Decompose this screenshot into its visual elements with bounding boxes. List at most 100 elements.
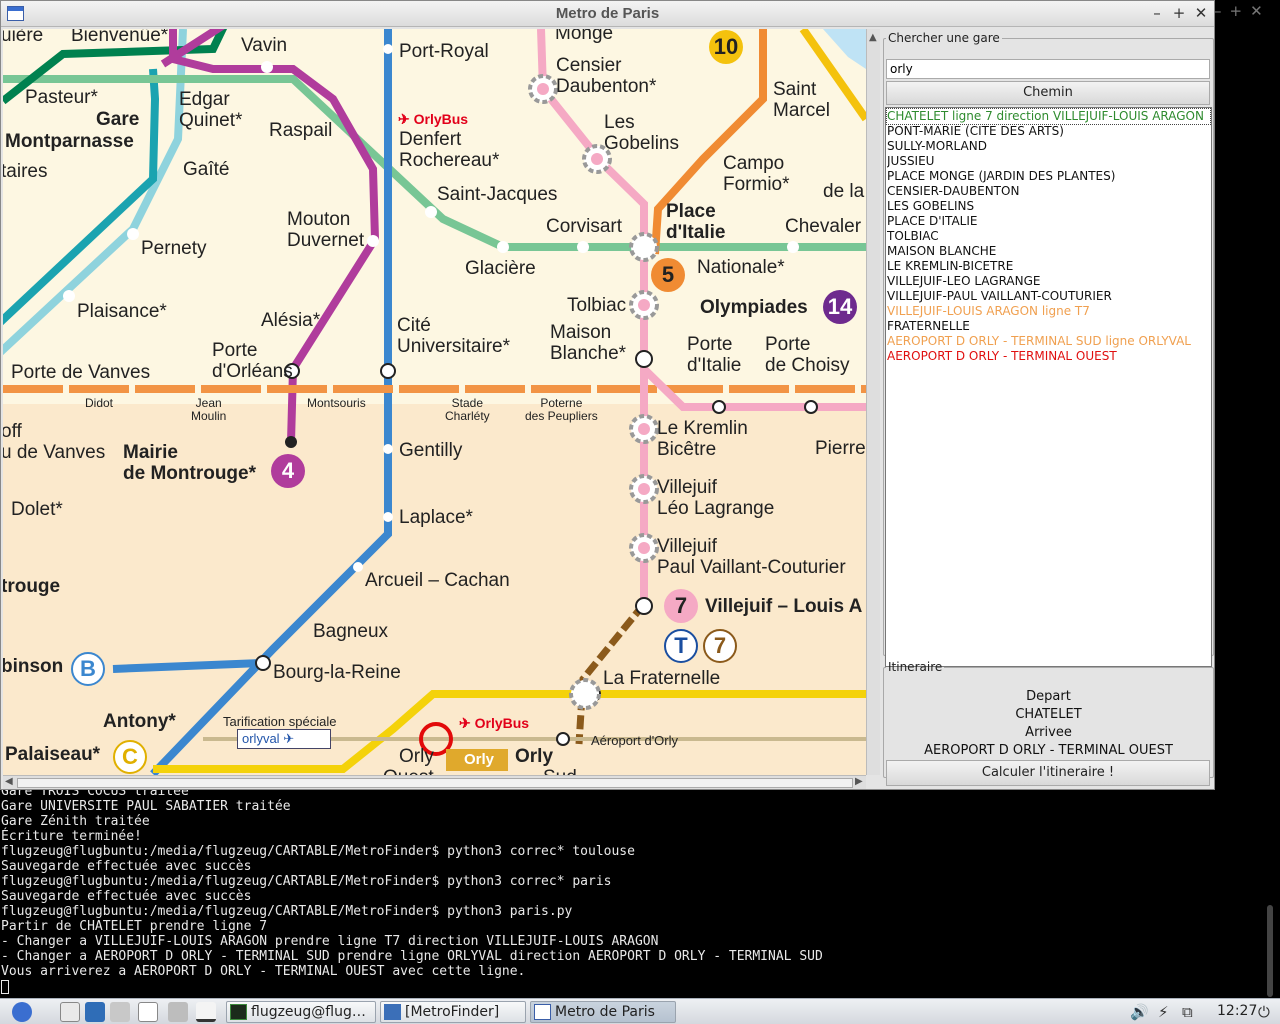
result-list-item[interactable]: FRATERNELLE — [887, 319, 1210, 334]
result-list-item[interactable]: LES GOBELINS — [887, 199, 1210, 214]
desktop-icon[interactable] — [168, 1002, 188, 1022]
maximize-button[interactable]: + — [1170, 4, 1188, 22]
window-stack-icon[interactable] — [138, 1002, 158, 1022]
map-label: Raspail — [269, 120, 333, 141]
map-label: Saint-Jacques — [437, 184, 558, 205]
terminal-line: flugzeug@flugbuntu:/media/flugzeug/CARTA… — [1, 874, 612, 889]
calculate-itinerary-button[interactable]: Calculer l'itineraire ! — [886, 760, 1210, 786]
result-list-item[interactable]: CENSIER-DAUBENTON — [887, 184, 1210, 199]
map-label: Porte de Vanves — [11, 362, 151, 383]
itinerary-group: Itineraire Depart CHATELET Arrivee AEROP… — [883, 660, 1214, 786]
map-label: Laplace* — [399, 507, 473, 528]
window-icon — [534, 1004, 551, 1020]
result-list-item[interactable]: AEROPORT D ORLY - TERMINAL OUEST — [887, 349, 1210, 364]
result-list-item[interactable]: JUSSIEU — [887, 154, 1210, 169]
title-bar[interactable]: Metro de Paris – + ✕ — [1, 1, 1214, 27]
close-button[interactable]: ✕ — [1192, 4, 1210, 22]
volume-icon[interactable]: 🔊 — [1130, 1003, 1149, 1021]
map-label: Stade Charléty — [445, 396, 490, 423]
result-list-item[interactable]: VILLEJUIF-LEO LAGRANGE — [887, 274, 1210, 289]
result-list-item[interactable]: PLACE MONGE (JARDIN DES PLANTES) — [887, 169, 1210, 184]
map-label: Edgar Quinet* — [179, 89, 243, 131]
map-label: de la — [823, 181, 865, 202]
result-list-item[interactable]: CHATELET ligne 7 direction VILLEJUIF-LOU… — [886, 108, 1211, 125]
browser-icon[interactable] — [85, 1002, 105, 1022]
station-search-input[interactable] — [886, 59, 1210, 79]
show-desktop-icon[interactable] — [196, 1002, 216, 1022]
logout-icon[interactable]: ⏻ — [1258, 1003, 1270, 1021]
terminal-line: flugzeug@flugbuntu:/media/flugzeug/CARTA… — [1, 904, 573, 919]
map-label: Gentilly — [399, 440, 463, 461]
map-label: Aéroport d'Orly — [591, 733, 679, 748]
map-label: Olympiades — [700, 297, 808, 318]
map-label: Orly — [515, 746, 554, 767]
settings-icon[interactable] — [110, 1002, 130, 1022]
map-label: Montsouris — [307, 396, 366, 410]
map-label: Port-Royal — [399, 41, 489, 62]
metro-app-window: Metro de Paris – + ✕ uière Bienvenüe* Va… — [0, 0, 1215, 790]
result-list-item[interactable]: MAISON BLANCHE — [887, 244, 1210, 259]
terminal-line: Sauvegarde effectuée avec succès — [1, 859, 252, 874]
taskbar-task[interactable]: [MetroFinder] — [380, 1001, 526, 1023]
map-label: Alésia* — [261, 310, 321, 331]
result-list-item[interactable]: LE KREMLIN-BICETRE — [887, 259, 1210, 274]
map-label: Porte d'Italie — [687, 334, 742, 376]
taskbar-task[interactable]: flugzeug@flug… — [226, 1001, 376, 1023]
route-result-list[interactable]: CHATELET ligne 7 direction VILLEJUIF-LOU… — [885, 107, 1212, 667]
file-manager-icon[interactable] — [60, 1002, 80, 1022]
taskbar-task[interactable]: Metro de Paris — [530, 1001, 676, 1023]
scroll-left-icon[interactable]: ◀ — [5, 776, 13, 787]
map-label: Corvisart — [546, 216, 623, 237]
map-label: Bienvenüe* — [71, 29, 169, 46]
result-list-item[interactable]: AEROPORT D ORLY - TERMINAL SUD ligne ORL… — [887, 334, 1210, 349]
result-list-item[interactable]: SULLY-MORLAND — [887, 139, 1210, 154]
chemin-button[interactable]: Chemin — [886, 81, 1210, 105]
map-label: Les Gobelins — [604, 112, 679, 154]
rer-c-badge: C — [113, 740, 147, 774]
scrollbar-thumb[interactable] — [17, 778, 853, 788]
result-list-item[interactable]: PLACE D'ITALIE — [887, 214, 1210, 229]
map-label: Jean Moulin — [191, 396, 227, 423]
map-label: Maison Blanche* — [550, 322, 627, 364]
line-4-badge: 4 — [271, 454, 305, 488]
map-label: Plaisance* — [77, 301, 167, 322]
map-label: Mouton Duvernet — [287, 209, 365, 251]
map-label: Villejuif Paul Vaillant-Couturier — [657, 536, 846, 578]
scroll-right-icon[interactable]: ▶ — [855, 776, 863, 787]
map-horizontal-scrollbar[interactable]: ◀ ▶ — [3, 775, 866, 789]
result-list-item[interactable]: VILLEJUIF-PAUL VAILLANT-COUTURIER — [887, 289, 1210, 304]
clock[interactable]: 12:27 — [1217, 1003, 1257, 1019]
map-label: Arcueil – Cachan — [365, 570, 510, 591]
terminal-scrollbar[interactable] — [1267, 905, 1273, 997]
network-icon[interactable]: ⧉ — [1182, 1003, 1193, 1021]
result-list-item[interactable]: VILLEJUIF-LOUIS ARAGON ligne T7 — [887, 304, 1210, 319]
map-label: Pierre — [815, 438, 866, 459]
folder-icon — [384, 1004, 401, 1020]
taskbar: flugzeug@flug… [MetroFinder] Metro de Pa… — [0, 998, 1280, 1024]
result-list-item[interactable]: TOLBIAC — [887, 229, 1210, 244]
map-label: Villejuif Léo Lagrange — [657, 477, 775, 519]
window-title: Metro de Paris — [555, 5, 660, 22]
map-label: trouge — [3, 576, 61, 597]
map-vertical-scrollbar[interactable]: ▲ — [866, 29, 880, 775]
terminal-line: Vous arriverez a AEROPORT D ORLY - TERMI… — [1, 964, 526, 979]
minimize-button[interactable]: – — [1148, 4, 1166, 22]
map-label: Censier Daubenton* — [556, 55, 657, 97]
map-label: Villejuif – Louis A — [705, 596, 863, 617]
map-label: Nationale* — [697, 257, 785, 278]
map-label: Place d'Italie — [666, 201, 726, 243]
orlyval-logo: orlyval ✈ — [237, 729, 331, 749]
map-label: Pasteur* — [25, 87, 98, 108]
search-group-legend: Chercher une gare — [888, 31, 1000, 45]
map-label: Porte de Choisy — [765, 334, 850, 376]
scroll-up-icon[interactable]: ▲ — [869, 32, 877, 43]
map-label: Orly — [399, 746, 434, 767]
metro-map[interactable]: uière Bienvenüe* Vavin Port-Royal Monge … — [3, 29, 866, 775]
power-icon[interactable]: ⚡ — [1158, 1003, 1169, 1021]
result-list-item[interactable]: PONT-MARIE (CITE DES ARTS) — [887, 124, 1210, 139]
map-label: Pernety — [141, 238, 207, 259]
map-label: Montparnasse — [5, 131, 134, 152]
map-label: binson — [3, 656, 64, 677]
map-label: Le Kremlin Bicêtre — [657, 418, 748, 460]
start-menu-icon[interactable] — [12, 1002, 32, 1022]
